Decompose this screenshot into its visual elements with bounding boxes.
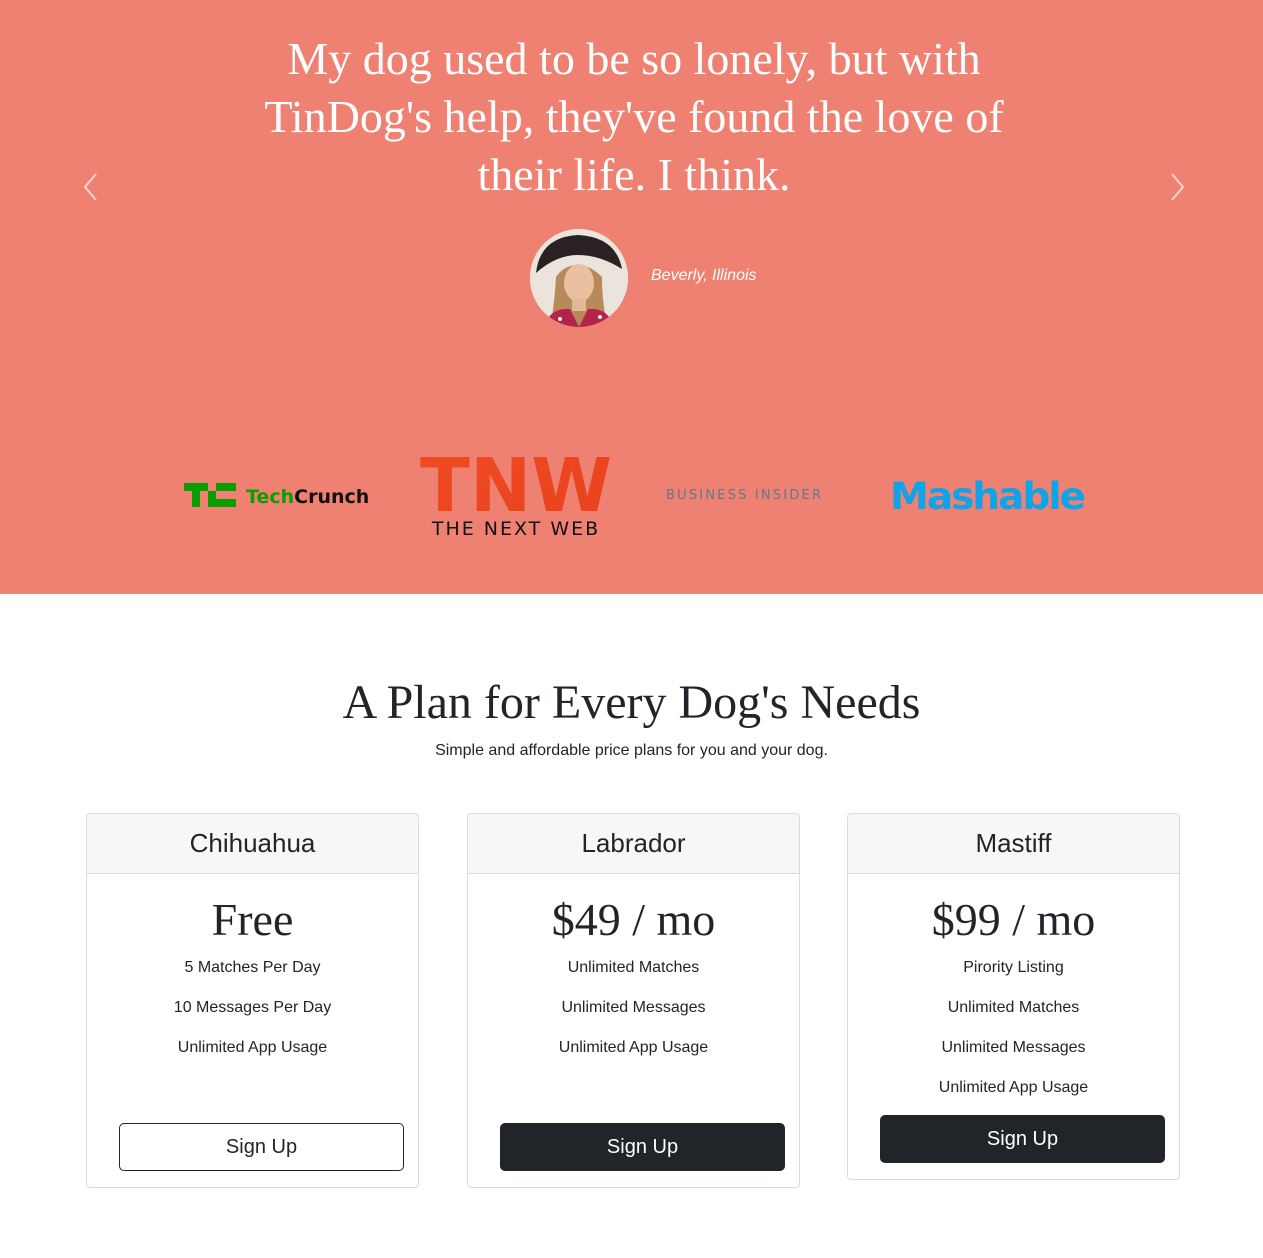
feature-item: Unlimited App Usage [177, 1039, 328, 1056]
feature-list: 5 Matches Per Day 10 Messages Per Day Un… [87, 956, 418, 1076]
avatar [530, 229, 628, 327]
pricing-card-mastiff: Mastiff $99 / mo Pirority Listing Unlimi… [847, 813, 1180, 1180]
feature-item: 5 Matches Per Day [184, 959, 321, 976]
feature-item: Unlimited Matches [947, 999, 1080, 1016]
feature-item: Unlimited App Usage [558, 1039, 709, 1056]
mashable-logo: Mashable [890, 474, 1087, 518]
feature-item: Unlimited Messages [561, 999, 706, 1016]
testimonial-quote: My dog used to be so lonely, but with Ti… [264, 33, 1004, 200]
techcrunch-wordmark: TechCrunch [246, 486, 369, 508]
plan-price: $49 / mo [551, 894, 716, 945]
feature-item: Unlimited Messages [941, 1039, 1086, 1056]
pricing-subtitle: Simple and affordable price plans for yo… [435, 742, 828, 759]
feature-list: Pirority Listing Unlimited Matches Unlim… [848, 956, 1179, 1116]
carousel-next-button[interactable] [1162, 170, 1192, 204]
chevron-left-icon [83, 173, 97, 201]
pricing-card-chihuahua: Chihuahua Free 5 Matches Per Day 10 Mess… [86, 813, 419, 1188]
svg-text:Mashable: Mashable [890, 475, 1085, 516]
sign-up-button[interactable]: Sign Up [500, 1123, 785, 1171]
testimonial-author: Beverly, Illinois [651, 267, 757, 284]
feature-item: Unlimited App Usage [938, 1079, 1089, 1096]
techcrunch-logo: TechCrunch [184, 481, 374, 511]
lady-portrait-image [530, 229, 628, 327]
sign-up-button[interactable]: Sign Up [880, 1115, 1165, 1163]
sign-up-button[interactable]: Sign Up [119, 1123, 404, 1171]
plan-price: $99 / mo [931, 894, 1096, 945]
carousel-prev-button[interactable] [76, 170, 106, 204]
chevron-right-icon [1171, 173, 1185, 201]
feature-item: 10 Messages Per Day [173, 999, 332, 1016]
plan-name: Chihuahua [87, 814, 418, 874]
svg-text:BUSINESS INSIDER: BUSINESS INSIDER [666, 488, 823, 503]
the-next-web-logo: TNW THE NEXT WEB [420, 443, 612, 540]
feature-item: Unlimited Matches [567, 959, 700, 976]
testimonial-section: My dog used to be so lonely, but with Ti… [0, 0, 1263, 594]
tnw-name: THE NEXT WEB [431, 518, 600, 539]
pricing-card-labrador: Labrador $49 / mo Unlimited Matches Unli… [467, 813, 800, 1188]
feature-list: Unlimited Matches Unlimited Messages Unl… [468, 956, 799, 1076]
plan-name: Labrador [468, 814, 799, 874]
plan-price: Free [211, 894, 294, 945]
plan-name: Mastiff [848, 814, 1179, 874]
pricing-title: A Plan for Every Dog's Needs [342, 676, 921, 729]
feature-item: Pirority Listing [963, 959, 1064, 976]
business-insider-logo: BUSINESS INSIDER [666, 484, 838, 504]
